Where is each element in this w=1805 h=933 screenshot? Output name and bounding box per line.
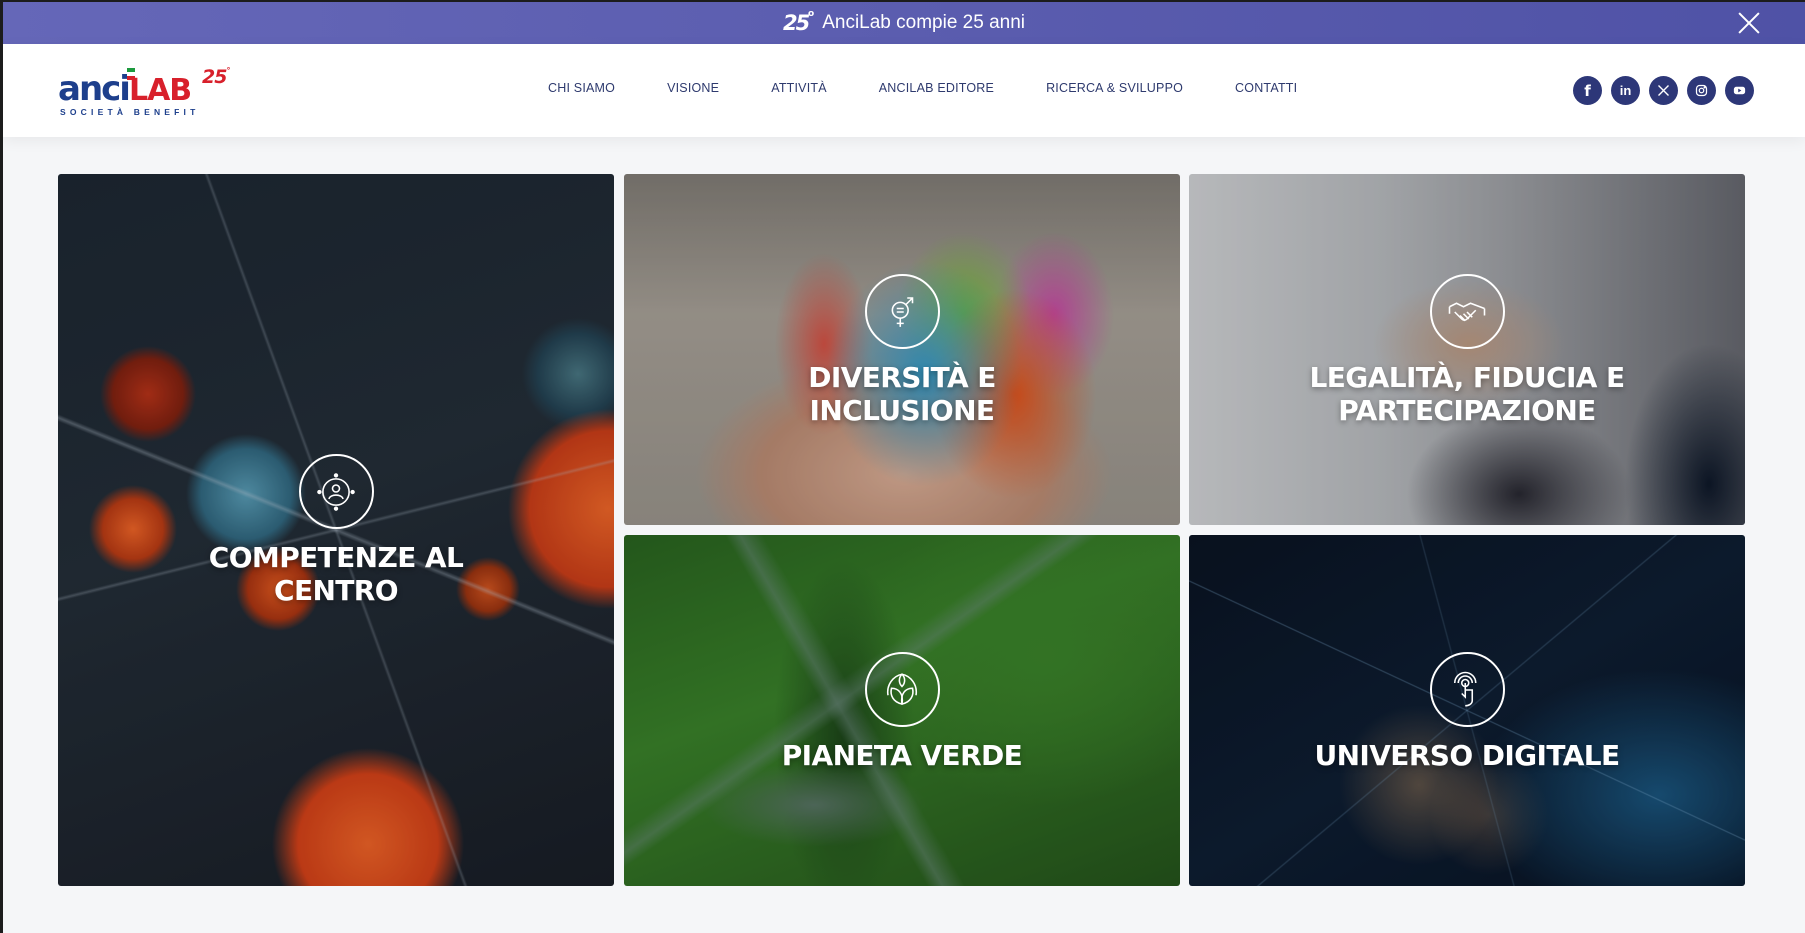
nav-item-ancilab-editore[interactable]: ANCILAB EDITORE <box>879 81 994 95</box>
card-content: UNIVERSO DIGITALE <box>1189 652 1745 772</box>
nav-item-ricerca-sviluppo[interactable]: RICERCA & SVILUPPO <box>1046 81 1183 95</box>
facebook-icon[interactable]: f <box>1573 76 1602 105</box>
handshake-icon <box>1429 274 1505 349</box>
card-competenze[interactable]: COMPETENZE AL CENTRO <box>58 174 614 886</box>
announcement-text: AnciLab compie 25 anni <box>822 12 1026 33</box>
announcement-bar: 25 o AnciLab compie 25 anni <box>3 2 1805 44</box>
nav-item-chi-siamo[interactable]: CHI SIAMO <box>548 81 615 95</box>
touch-icon <box>1429 652 1505 727</box>
card-universo-digitale[interactable]: UNIVERSO DIGITALE <box>1189 535 1745 886</box>
main-nav: CHI SIAMO VISIONE ATTIVITÀ ANCILAB EDITO… <box>548 81 1349 95</box>
card-content: LEGALITÀ, FIDUCIA E PARTECIPAZIONE <box>1189 274 1745 427</box>
card-content: COMPETENZE AL CENTRO <box>58 454 614 607</box>
logo-wordmark: anciLAB <box>58 69 192 109</box>
logo[interactable]: anciLAB 25° SOCIETÀ BENEFIT <box>58 66 238 118</box>
x-icon[interactable] <box>1649 76 1678 105</box>
gender-icon <box>864 274 940 349</box>
social-links: f in <box>1573 76 1754 105</box>
nav-item-visione[interactable]: VISIONE <box>667 81 719 95</box>
card-diversita[interactable]: DIVERSITÀ E INCLUSIONE <box>624 174 1180 525</box>
italian-flag-icon <box>127 68 135 80</box>
close-icon[interactable] <box>1737 11 1761 35</box>
card-title: UNIVERSO DIGITALE <box>1314 739 1620 772</box>
card-title: LEGALITÀ, FIDUCIA E PARTECIPAZIONE <box>1309 361 1625 427</box>
card-content: DIVERSITÀ E INCLUSIONE <box>624 274 1180 427</box>
card-title: COMPETENZE AL CENTRO <box>208 541 464 607</box>
instagram-icon[interactable] <box>1687 76 1716 105</box>
card-content: PIANETA VERDE <box>624 652 1180 772</box>
anniversary-badge: 25 o <box>782 9 815 35</box>
card-legalita[interactable]: LEGALITÀ, FIDUCIA E PARTECIPAZIONE <box>1189 174 1745 525</box>
site-header: anciLAB 25° SOCIETÀ BENEFIT CHI SIAMO VI… <box>3 44 1805 137</box>
people-target-icon <box>298 454 374 529</box>
card-pianeta-verde[interactable]: PIANETA VERDE <box>624 535 1180 886</box>
logo-anniversary: 25° <box>202 66 230 88</box>
card-title: DIVERSITÀ E INCLUSIONE <box>808 361 996 427</box>
leaves-icon <box>864 652 940 727</box>
linkedin-icon[interactable]: in <box>1611 76 1640 105</box>
nav-item-attivita[interactable]: ATTIVITÀ <box>771 81 827 95</box>
logo-tagline: SOCIETÀ BENEFIT <box>60 107 200 117</box>
nav-item-contatti[interactable]: CONTATTI <box>1235 81 1297 95</box>
youtube-icon[interactable] <box>1725 76 1754 105</box>
card-title: PIANETA VERDE <box>781 739 1023 772</box>
